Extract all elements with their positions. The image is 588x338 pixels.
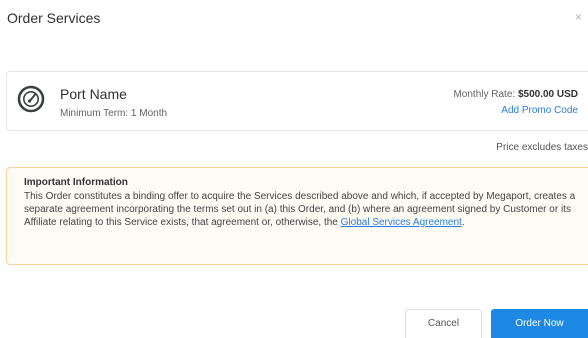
info-text-body: This Order constitutes a binding offer t… <box>24 191 576 228</box>
info-text-end: . <box>461 217 465 228</box>
service-card: Port Name Minimum Term: 1 Month Monthly … <box>6 71 588 131</box>
service-term: Minimum Term: 1 Month <box>60 108 168 119</box>
add-promo-code-link[interactable]: Add Promo Code <box>501 105 578 116</box>
order-services-dialog: Order Services × Port Name Minimum Term:… <box>0 0 588 338</box>
tax-note: Price excludes taxes <box>496 142 588 153</box>
monthly-rate-value: $500.00 USD <box>517 89 578 100</box>
dialog-title: Order Services <box>7 10 101 26</box>
monthly-rate-label: Monthly Rate: <box>453 89 518 100</box>
close-icon[interactable]: × <box>575 10 582 24</box>
important-information-box: Important Information This Order constit… <box>6 167 588 265</box>
info-heading: Important Information <box>24 177 128 188</box>
speedometer-icon <box>17 85 45 113</box>
global-services-agreement-link[interactable]: Global Services Agreement <box>341 217 462 228</box>
monthly-rate: Monthly Rate: $500.00 USD <box>453 89 578 100</box>
info-text: This Order constitutes a binding offer t… <box>24 190 576 229</box>
service-name: Port Name <box>60 86 127 102</box>
order-now-button[interactable]: Order Now <box>491 309 588 338</box>
cancel-button[interactable]: Cancel <box>405 309 482 338</box>
